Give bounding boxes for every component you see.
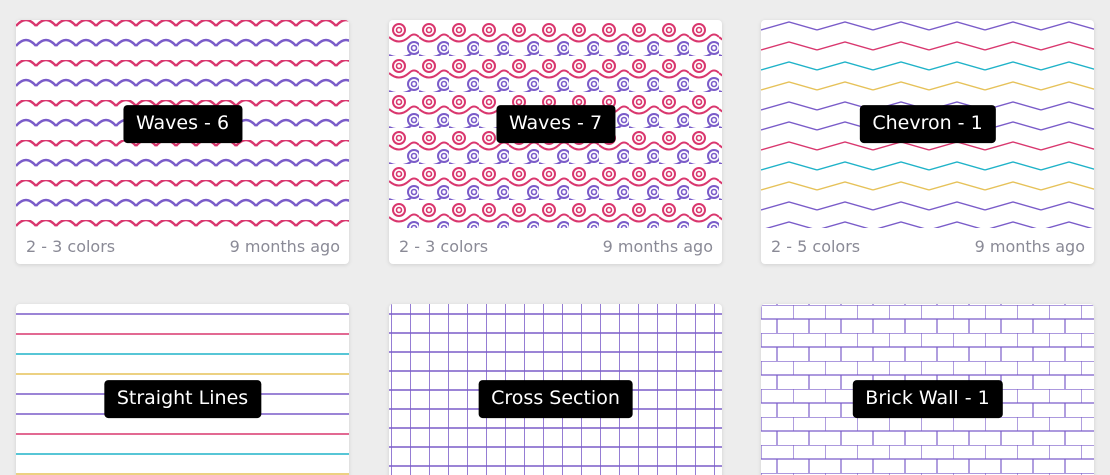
updated-time: 9 months ago xyxy=(602,236,713,256)
card-footer: 2 - 5 colors 9 months ago xyxy=(761,228,1094,264)
pattern-preview[interactable]: Cross Section xyxy=(389,304,722,475)
pattern-name-label: Waves - 6 xyxy=(122,105,243,143)
pattern-name-label: Chevron - 1 xyxy=(859,105,996,143)
updated-time: 9 months ago xyxy=(229,236,340,256)
pattern-preview[interactable]: Straight Lines xyxy=(16,304,349,475)
pattern-grid: Waves - 6 2 - 3 colors 9 months ago Wave… xyxy=(0,0,1110,475)
color-count: 2 - 3 colors xyxy=(26,236,116,256)
pattern-preview[interactable]: Waves - 7 xyxy=(389,20,722,228)
card-footer: 2 - 3 colors 9 months ago xyxy=(389,228,722,264)
pattern-preview[interactable]: Brick Wall - 1 xyxy=(761,304,1094,475)
pattern-preview[interactable]: Waves - 6 xyxy=(16,20,349,228)
pattern-name-label: Straight Lines xyxy=(103,380,262,418)
pattern-name-label: Cross Section xyxy=(478,380,633,418)
color-count: 2 - 3 colors xyxy=(399,236,489,256)
pattern-preview[interactable]: Chevron - 1 xyxy=(761,20,1094,228)
pattern-card-brick-wall-1[interactable]: Brick Wall - 1 xyxy=(761,304,1094,475)
pattern-card-straight-lines[interactable]: Straight Lines xyxy=(16,304,349,475)
pattern-card-waves-6[interactable]: Waves - 6 2 - 3 colors 9 months ago xyxy=(16,20,349,264)
pattern-card-chevron-1[interactable]: Chevron - 1 2 - 5 colors 9 months ago xyxy=(761,20,1094,264)
color-count: 2 - 5 colors xyxy=(771,236,861,256)
updated-time: 9 months ago xyxy=(974,236,1085,256)
pattern-name-label: Brick Wall - 1 xyxy=(852,380,1003,418)
pattern-name-label: Waves - 7 xyxy=(495,105,616,143)
card-footer: 2 - 3 colors 9 months ago xyxy=(16,228,349,264)
pattern-card-waves-7[interactable]: Waves - 7 2 - 3 colors 9 months ago xyxy=(389,20,722,264)
pattern-card-cross-section[interactable]: Cross Section xyxy=(389,304,722,475)
